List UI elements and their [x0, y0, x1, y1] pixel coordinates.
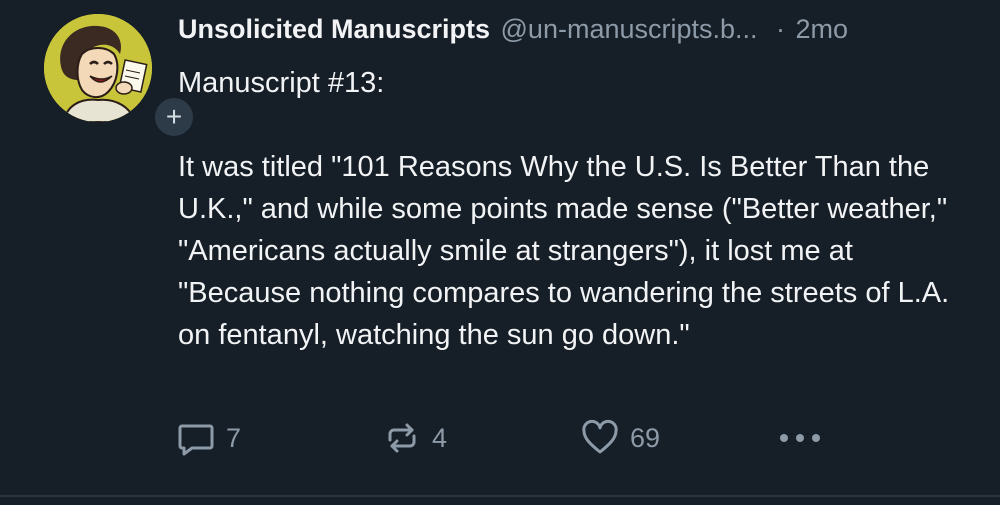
post-text: Manuscript #13: It was titled "101 Reaso… — [178, 67, 950, 351]
avatar[interactable] — [44, 14, 152, 122]
post-actions: 7 4 69 — [176, 416, 836, 460]
post-card[interactable]: + Unsolicited Manuscripts @un-manuscript… — [0, 0, 1000, 505]
reply-icon — [178, 424, 214, 456]
vintage-cartoon-woman-avatar-icon — [44, 14, 152, 122]
reply-count: 7 — [226, 422, 242, 453]
author-display-name[interactable]: Unsolicited Manuscripts — [178, 14, 490, 44]
divider — [0, 495, 1000, 497]
heart-icon — [582, 419, 618, 454]
avatar-container: + — [44, 14, 196, 139]
author-handle[interactable]: @un-manuscripts.b... — [501, 14, 758, 44]
repost-count: 4 — [432, 422, 448, 453]
repost-button[interactable]: 4 — [382, 416, 447, 460]
like-button[interactable]: 69 — [580, 416, 660, 460]
more-dots-icon — [780, 434, 820, 442]
like-count: 69 — [630, 422, 661, 453]
reply-button[interactable]: 7 — [176, 416, 241, 460]
post-header: Unsolicited Manuscripts @un-manuscripts.… — [178, 14, 978, 54]
separator-dot: · — [775, 14, 785, 44]
more-options-button[interactable] — [776, 416, 824, 460]
repost-icon — [388, 423, 416, 453]
post-timestamp[interactable]: 2mo — [795, 14, 848, 44]
